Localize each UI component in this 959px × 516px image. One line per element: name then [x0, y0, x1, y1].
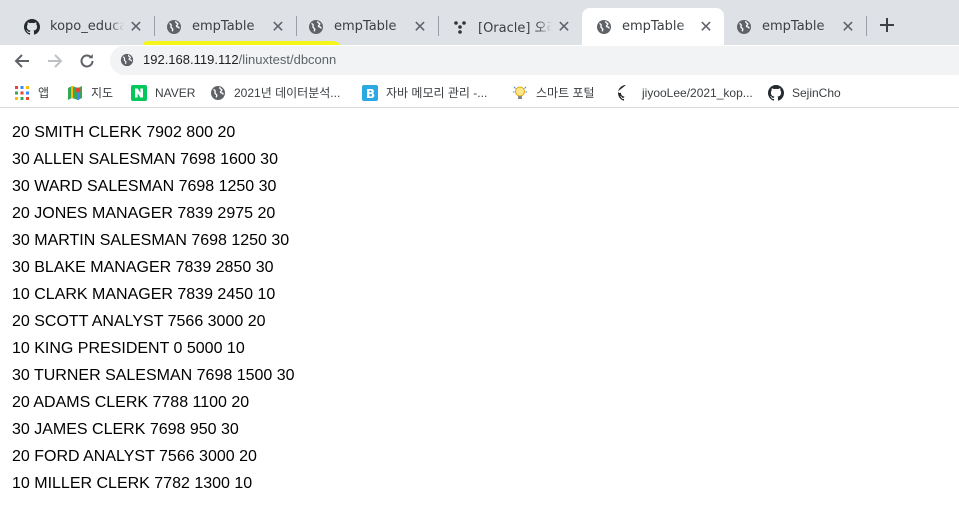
close-icon[interactable]: ✕	[840, 18, 856, 35]
employee-row: 30 BLAKE MANAGER 7839 2850 30	[12, 259, 274, 276]
back-button[interactable]	[10, 49, 34, 73]
tab-emptable-1[interactable]: empTable ✕	[152, 8, 296, 45]
dots-icon	[452, 19, 468, 35]
globe-icon	[308, 19, 324, 35]
bookmark-data-analysis[interactable]: 2021년 데이터분석...	[210, 84, 340, 101]
tab-title: kopo_education	[50, 19, 124, 34]
tab-title: empTable	[334, 19, 397, 34]
blog-icon: B	[362, 84, 378, 101]
naver-icon	[131, 84, 147, 101]
url-text: 192.168.119.112/linuxtest/dbconn	[143, 52, 336, 67]
tab-title: empTable	[192, 19, 255, 34]
employee-row: 30 JAMES CLERK 7698 950 30	[12, 421, 239, 438]
url-path: /linuxtest/dbconn	[238, 52, 337, 67]
bookmark-naver[interactable]: NAVER	[131, 84, 195, 101]
bookmark-sejincho[interactable]: SejinCho	[768, 84, 841, 101]
close-icon[interactable]: ✕	[698, 18, 714, 35]
employee-row: 30 TURNER SALESMAN 7698 1500 30	[12, 367, 295, 384]
forward-button[interactable]	[43, 49, 67, 73]
page-content: 20 SMITH CLERK 7902 800 20 30 ALLEN SALE…	[12, 121, 295, 499]
reload-icon	[80, 54, 94, 68]
address-bar[interactable]: 192.168.119.112/linuxtest/dbconn	[110, 46, 959, 75]
bookmarks-bar: 앱 지도 NAVER 2021년 데이터분석... B 자바 메모리 관리 -.…	[0, 77, 959, 108]
globe-icon	[166, 19, 182, 35]
tab-title: empTable	[622, 19, 685, 34]
plus-icon	[880, 18, 894, 32]
github-icon	[618, 84, 634, 101]
tab-emptable-2[interactable]: empTable ✕	[294, 8, 438, 45]
tab-emptable-active[interactable]: empTable ✕	[582, 8, 724, 45]
employee-row: 30 MARTIN SALESMAN 7698 1250 30	[12, 232, 290, 249]
bookmark-label: 스마트 포털	[536, 86, 595, 100]
globe-icon	[120, 53, 134, 67]
bookmark-label: SejinCho	[792, 85, 841, 100]
bulb-icon	[512, 85, 528, 101]
new-tab-button[interactable]	[876, 14, 898, 36]
employee-row: 10 KING PRESIDENT 0 5000 10	[12, 340, 245, 357]
bookmark-apps[interactable]: 앱	[14, 84, 49, 101]
bookmark-label: NAVER	[155, 85, 196, 100]
toolbar: 192.168.119.112/linuxtest/dbconn	[0, 45, 959, 77]
arrow-right-icon	[48, 54, 63, 68]
apps-grid-icon	[14, 85, 30, 101]
tab-divider	[866, 16, 867, 36]
maps-icon	[67, 85, 83, 101]
tab-oracle[interactable]: [Oracle] 오라클 ✕	[438, 8, 582, 45]
employee-row: 20 SMITH CLERK 7902 800 20	[12, 124, 236, 141]
close-icon[interactable]: ✕	[128, 18, 144, 35]
tab-kopo-education[interactable]: kopo_education ✕	[10, 8, 154, 45]
tab-title: [Oracle] 오라클	[478, 21, 552, 36]
bookmark-label: 자바 메모리 관리 -...	[386, 86, 488, 100]
bookmark-smart-portal[interactable]: 스마트 포털	[512, 84, 595, 101]
globe-icon	[596, 19, 612, 35]
bookmark-maps[interactable]: 지도	[67, 84, 113, 101]
bookmark-java-memory[interactable]: B 자바 메모리 관리 -...	[362, 84, 487, 101]
tab-emptable-3[interactable]: empTable ✕	[722, 8, 866, 45]
employee-row: 20 ADAMS CLERK 7788 1100 20	[12, 394, 250, 411]
close-icon[interactable]: ✕	[270, 18, 286, 35]
bookmark-label: jiyooLee/2021_kop...	[642, 85, 753, 100]
tab-title: empTable	[762, 19, 825, 34]
employee-row: 10 CLARK MANAGER 7839 2450 10	[12, 286, 276, 303]
arrow-left-icon	[14, 54, 29, 68]
url-host: 192.168.119.112	[143, 52, 239, 67]
globe-icon	[210, 85, 226, 101]
github-icon	[24, 18, 40, 35]
employee-row: 30 ALLEN SALESMAN 7698 1600 30	[12, 151, 278, 168]
employee-row: 20 JONES MANAGER 7839 2975 20	[12, 205, 276, 222]
employee-row: 20 SCOTT ANALYST 7566 3000 20	[12, 313, 266, 330]
globe-icon	[736, 19, 752, 35]
github-icon	[768, 84, 784, 101]
employee-row: 10 MILLER CLERK 7782 1300 10	[12, 475, 253, 492]
employee-row: 30 WARD SALESMAN 7698 1250 30	[12, 178, 277, 195]
close-icon[interactable]: ✕	[412, 18, 428, 35]
bookmark-jiyoolee[interactable]: jiyooLee/2021_kop...	[618, 84, 753, 101]
reload-button[interactable]	[75, 49, 99, 73]
close-icon[interactable]: ✕	[556, 18, 572, 35]
bookmark-label: 앱	[38, 86, 50, 100]
svg-text:B: B	[366, 87, 375, 101]
bookmark-label: 지도	[91, 86, 114, 100]
employee-row: 20 FORD ANALYST 7566 3000 20	[12, 448, 257, 465]
tab-strip: kopo_education ✕ empTable ✕ empTable ✕ […	[0, 0, 959, 45]
bookmark-label: 2021년 데이터분석...	[234, 86, 341, 100]
